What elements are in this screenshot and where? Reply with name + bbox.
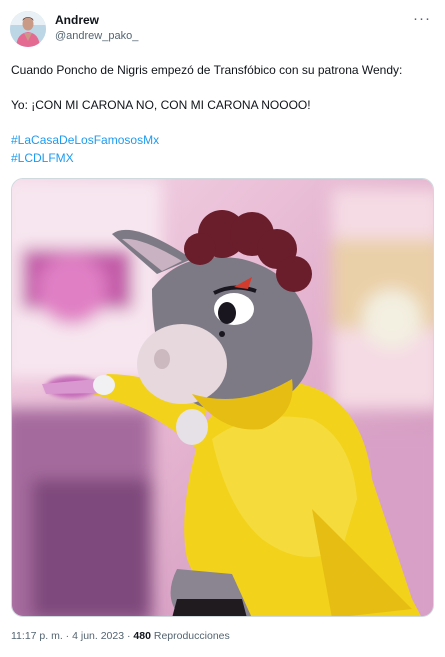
tweet-text-line-1: Cuando Poncho de Nigris empezó de Transf… xyxy=(11,63,403,77)
avatar-image xyxy=(10,11,46,47)
more-options-icon[interactable]: ··· xyxy=(413,10,431,27)
tweet-media-image[interactable] xyxy=(11,178,434,617)
tweet-time[interactable]: 11:17 p. m. xyxy=(11,630,63,642)
media-illustration xyxy=(12,179,433,616)
views-count: 480 xyxy=(133,630,151,642)
author-display-name[interactable]: Andrew xyxy=(55,13,99,27)
tweet-text-line-2: Yo: ¡CON MI CARONA NO, CON MI CARONA NOO… xyxy=(11,98,311,112)
tweet-meta: 11:17 p. m. · 4 jun. 2023 · 480 Reproduc… xyxy=(11,630,230,642)
hashtag-link-1[interactable]: #LaCasaDeLosFamososMx xyxy=(11,133,159,148)
author-handle[interactable]: @andrew_pako_ xyxy=(55,30,138,42)
meta-separator: · xyxy=(62,630,73,642)
hashtag-link-2[interactable]: #LCDLFMX xyxy=(11,151,74,166)
tweet-card: Andrew @andrew_pako_ ··· Cuando Poncho d… xyxy=(0,0,445,657)
avatar[interactable] xyxy=(10,11,46,47)
views-label: Reproducciones xyxy=(150,630,230,642)
tweet-date[interactable]: 4 jun. 2023 xyxy=(72,630,124,642)
